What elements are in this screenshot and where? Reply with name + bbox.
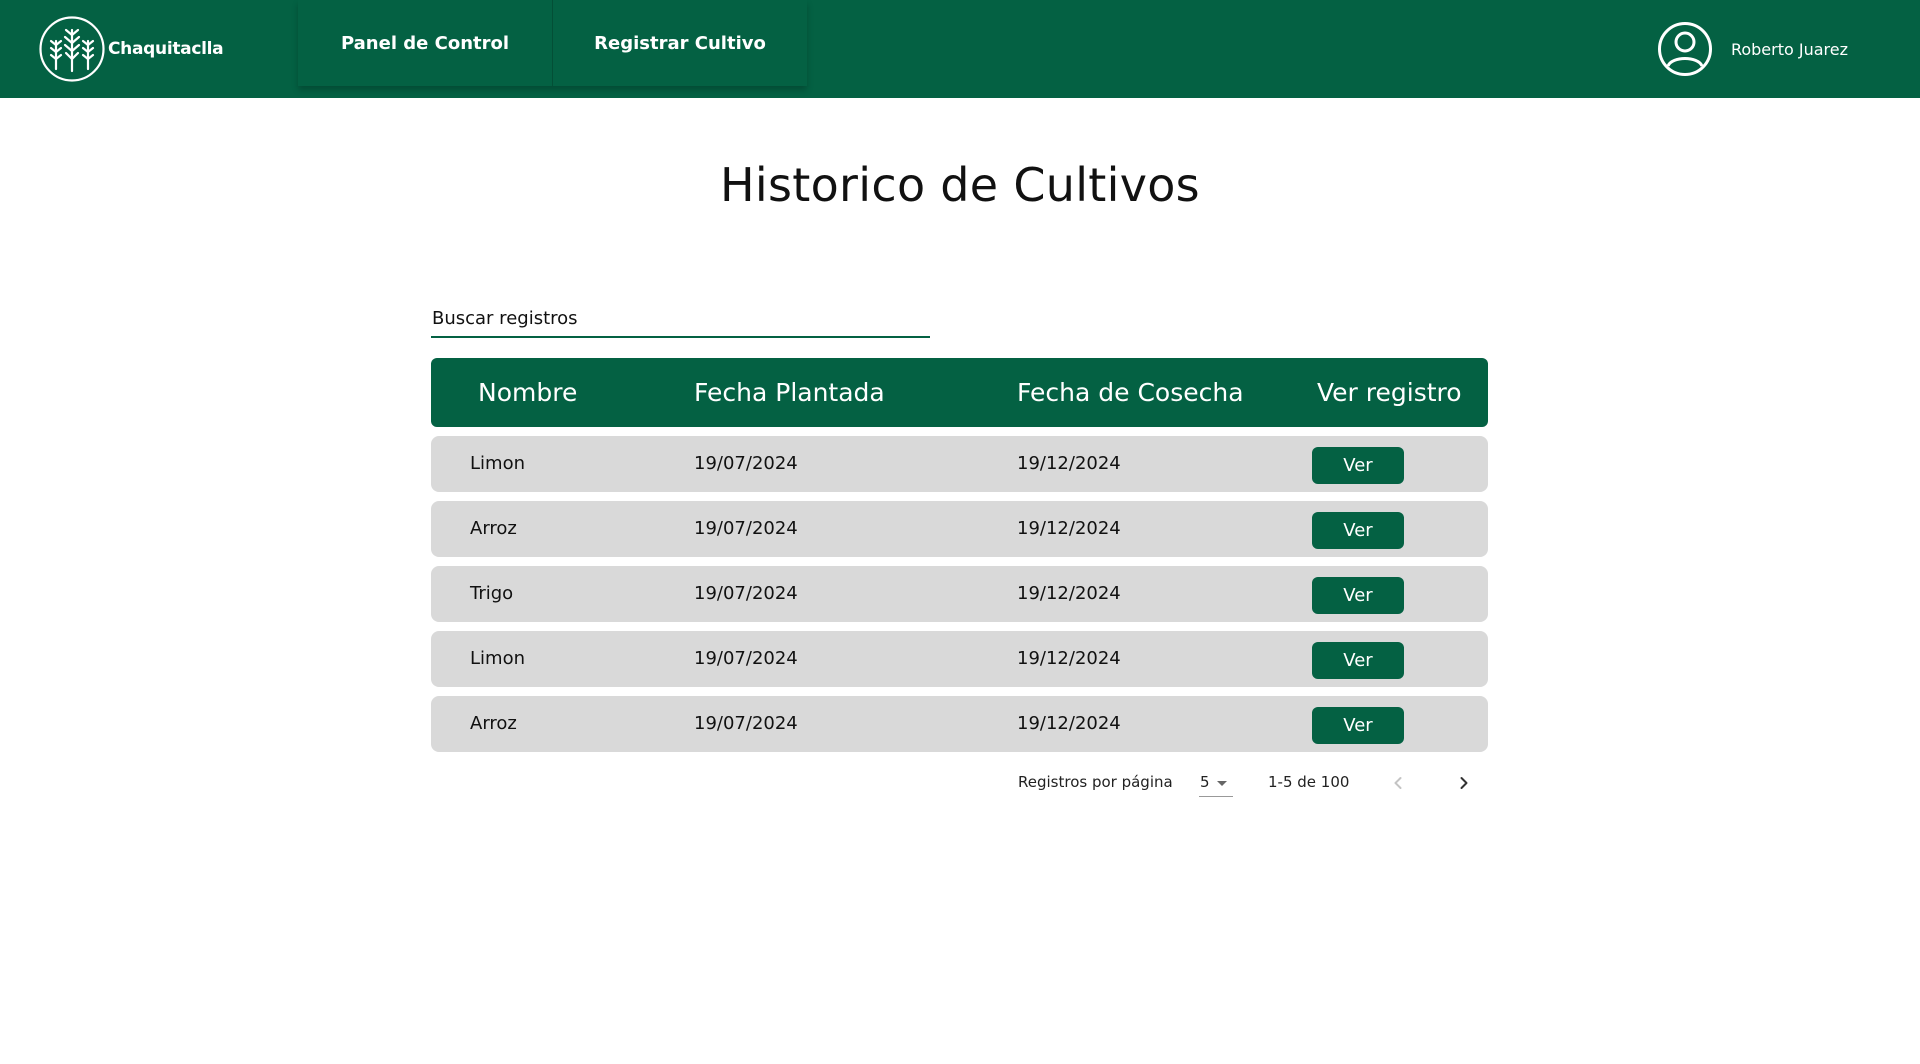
cell-fecha-plantada: 19/07/2024	[694, 583, 798, 604]
ver-button[interactable]: Ver	[1312, 512, 1404, 549]
table-row: Arroz 19/07/2024 19/12/2024 Ver	[431, 696, 1488, 752]
chevron-left-icon[interactable]	[1386, 771, 1410, 795]
table-row: Limon 19/07/2024 19/12/2024 Ver	[431, 436, 1488, 492]
chevron-right-icon[interactable]	[1452, 771, 1476, 795]
column-header-nombre: Nombre	[478, 378, 578, 407]
cell-fecha-cosecha: 19/12/2024	[1017, 713, 1121, 734]
nav-item-registrar-cultivo[interactable]: Registrar Cultivo	[553, 0, 807, 86]
cell-fecha-cosecha: 19/12/2024	[1017, 583, 1121, 604]
table-header: Nombre Fecha Plantada Fecha de Cosecha V…	[431, 358, 1488, 427]
page-range: 1-5 de 100	[1268, 773, 1350, 791]
cell-nombre: Limon	[470, 453, 525, 474]
table-row: Trigo 19/07/2024 19/12/2024 Ver	[431, 566, 1488, 622]
rows-per-page-label: Registros por página	[1018, 773, 1173, 791]
cell-fecha-plantada: 19/07/2024	[694, 713, 798, 734]
cell-fecha-plantada: 19/07/2024	[694, 453, 798, 474]
app-logo-text: Chaquitaclla	[108, 39, 224, 59]
caret-down-icon	[1217, 781, 1227, 786]
column-header-fecha-cosecha: Fecha de Cosecha	[1017, 378, 1244, 407]
ver-button[interactable]: Ver	[1312, 447, 1404, 484]
table-row: Arroz 19/07/2024 19/12/2024 Ver	[431, 501, 1488, 557]
page-title: Historico de Cultivos	[720, 158, 1200, 212]
user-menu[interactable]: Roberto Juarez	[1657, 21, 1848, 77]
nav-item-panel-de-control[interactable]: Panel de Control	[298, 0, 553, 86]
user-name: Roberto Juarez	[1730, 39, 1848, 59]
cell-nombre: Trigo	[470, 583, 514, 604]
rows-per-page-value: 5	[1200, 773, 1210, 791]
main-nav: Panel de Control Registrar Cultivo	[298, 0, 807, 86]
cell-fecha-cosecha: 19/12/2024	[1017, 518, 1121, 539]
cell-nombre: Limon	[470, 648, 525, 669]
top-navigation-bar: Chaquitaclla Panel de Control Registrar …	[0, 0, 1920, 98]
cell-fecha-cosecha: 19/12/2024	[1017, 453, 1121, 474]
table-row: Limon 19/07/2024 19/12/2024 Ver	[431, 631, 1488, 687]
pagination: Registros por página 5 1-5 de 100	[0, 768, 1920, 798]
cell-fecha-cosecha: 19/12/2024	[1017, 648, 1121, 669]
ver-button[interactable]: Ver	[1312, 707, 1404, 744]
cell-fecha-plantada: 19/07/2024	[694, 518, 798, 539]
column-header-ver-registro: Ver registro	[1317, 378, 1462, 407]
cultivos-table: Nombre Fecha Plantada Fecha de Cosecha V…	[431, 358, 1488, 752]
app-logo[interactable]: Chaquitaclla	[38, 15, 224, 83]
search-input[interactable]	[431, 300, 930, 338]
column-header-fecha-plantada: Fecha Plantada	[694, 378, 885, 407]
cell-fecha-plantada: 19/07/2024	[694, 648, 798, 669]
wheat-logo-icon	[38, 15, 106, 83]
ver-button[interactable]: Ver	[1312, 642, 1404, 679]
cell-nombre: Arroz	[470, 713, 517, 734]
ver-button[interactable]: Ver	[1312, 577, 1404, 614]
cell-nombre: Arroz	[470, 518, 517, 539]
user-circle-icon[interactable]	[1657, 21, 1713, 77]
rows-per-page-select[interactable]: 5	[1199, 770, 1233, 797]
